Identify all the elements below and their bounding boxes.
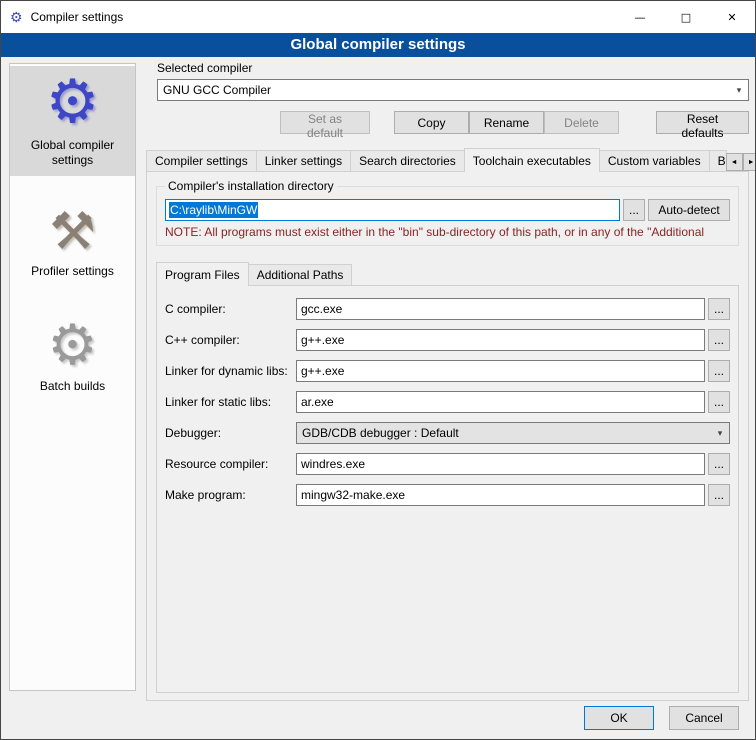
main-content: Selected compiler GNU GCC Compiler ▾ Set… [146, 61, 749, 701]
window-controls: — □ ✕ [617, 1, 755, 33]
settings-tabbar: Compiler settings Linker settings Search… [146, 148, 749, 171]
linker-dynamic-label: Linker for dynamic libs: [165, 364, 296, 378]
cpp-compiler-row: C++ compiler: ... [165, 329, 730, 351]
gear-blue-icon: ⚙ [13, 72, 132, 132]
selected-compiler-value: GNU GCC Compiler [163, 83, 730, 97]
chevron-down-icon: ▾ [711, 428, 729, 439]
copy-button[interactable]: Copy [394, 111, 469, 134]
sidebar-item-label: Profiler settings [13, 264, 132, 279]
delete-button[interactable]: Delete [544, 111, 619, 134]
browse-resource-compiler-button[interactable]: ... [708, 453, 730, 475]
linker-static-input[interactable] [296, 391, 705, 413]
installation-directory-label: Compiler's installation directory [165, 179, 337, 193]
cpp-compiler-label: C++ compiler: [165, 333, 296, 347]
c-compiler-label: C compiler: [165, 302, 296, 316]
program-files-panel: C compiler: ... C++ compiler: ... Linker… [156, 285, 739, 693]
tab-scroll-left-icon[interactable]: ◄ [726, 153, 743, 171]
installation-note-text: NOTE: All programs must exist either in … [165, 225, 730, 239]
linker-static-row: Linker for static libs: ... [165, 391, 730, 413]
tab-scroll-controls: ◄ ► [726, 153, 756, 171]
browse-cpp-compiler-button[interactable]: ... [708, 329, 730, 351]
debugger-row: Debugger: GDB/CDB debugger : Default ▾ [165, 422, 730, 444]
tab-scroll-right-icon[interactable]: ► [743, 153, 756, 171]
resource-compiler-label: Resource compiler: [165, 457, 296, 471]
make-program-input[interactable] [296, 484, 705, 506]
compiler-actions-row: Set as default Copy Rename Delete Reset … [146, 111, 749, 134]
sidebar-item-label: Batch builds [13, 379, 132, 394]
program-files-tabbar: Program Files Additional Paths [156, 262, 739, 285]
rename-button[interactable]: Rename [469, 111, 544, 134]
tab-compiler-settings[interactable]: Compiler settings [146, 150, 257, 171]
cancel-button[interactable]: Cancel [669, 706, 739, 730]
maximize-button[interactable]: □ [663, 1, 709, 33]
set-as-default-button[interactable]: Set as default [280, 111, 370, 134]
dialog-footer: OK Cancel [584, 706, 739, 730]
sidebar-item-global-compiler-settings[interactable]: ⚙ Global compiler settings [10, 66, 135, 176]
resource-compiler-row: Resource compiler: ... [165, 453, 730, 475]
sidebar-item-profiler-settings[interactable]: ⚒ Profiler settings [10, 200, 135, 287]
close-button[interactable]: ✕ [709, 1, 755, 33]
linker-dynamic-row: Linker for dynamic libs: ... [165, 360, 730, 382]
tab-toolchain-executables[interactable]: Toolchain executables [464, 148, 600, 172]
app-icon: ⚙ [10, 10, 23, 24]
make-program-label: Make program: [165, 488, 296, 502]
tab-program-files[interactable]: Program Files [156, 262, 249, 286]
tab-build-options[interactable]: Buil [709, 150, 727, 171]
settings-sidebar: ⚙ Global compiler settings ⚒ Profiler se… [9, 63, 136, 691]
installation-directory-group: Compiler's installation directory C:\ray… [156, 186, 739, 246]
toolchain-executables-panel: Compiler's installation directory C:\ray… [146, 171, 749, 701]
compiler-settings-window: ⚙ Compiler settings — □ ✕ Global compile… [0, 0, 756, 740]
minimize-button[interactable]: — [617, 1, 663, 33]
debugger-select[interactable]: GDB/CDB debugger : Default ▾ [296, 422, 730, 444]
browse-c-compiler-button[interactable]: ... [708, 298, 730, 320]
sidebar-item-label: Global compiler settings [13, 138, 132, 168]
page-title: Global compiler settings [1, 33, 755, 57]
debugger-label: Debugger: [165, 426, 296, 440]
tab-linker-settings[interactable]: Linker settings [256, 150, 351, 171]
c-compiler-row: C compiler: ... [165, 298, 730, 320]
tab-search-directories[interactable]: Search directories [350, 150, 465, 171]
sidebar-item-batch-builds[interactable]: ⚙ Batch builds [10, 311, 135, 402]
make-program-row: Make program: ... [165, 484, 730, 506]
titlebar: ⚙ Compiler settings — □ ✕ [1, 1, 755, 33]
profiler-tools-icon: ⚒ [13, 206, 132, 258]
browse-installation-directory-button[interactable]: ... [623, 199, 645, 221]
gear-gray-icon: ⚙ [13, 317, 132, 373]
linker-static-label: Linker for static libs: [165, 395, 296, 409]
window-title: Compiler settings [31, 10, 124, 24]
tab-custom-variables[interactable]: Custom variables [599, 150, 710, 171]
resource-compiler-input[interactable] [296, 453, 705, 475]
reset-defaults-button[interactable]: Reset defaults [656, 111, 749, 134]
installation-directory-value: C:\raylib\MinGW [169, 202, 258, 218]
selected-compiler-label: Selected compiler [157, 61, 749, 75]
chevron-down-icon: ▾ [730, 85, 748, 96]
browse-linker-dynamic-button[interactable]: ... [708, 360, 730, 382]
tab-additional-paths[interactable]: Additional Paths [248, 264, 353, 285]
installation-directory-input[interactable]: C:\raylib\MinGW [165, 199, 620, 221]
selected-compiler-dropdown[interactable]: GNU GCC Compiler ▾ [157, 79, 749, 101]
c-compiler-input[interactable] [296, 298, 705, 320]
cpp-compiler-input[interactable] [296, 329, 705, 351]
linker-dynamic-input[interactable] [296, 360, 705, 382]
auto-detect-button[interactable]: Auto-detect [648, 199, 730, 221]
browse-make-program-button[interactable]: ... [708, 484, 730, 506]
ok-button[interactable]: OK [584, 706, 654, 730]
installation-path-row: C:\raylib\MinGW ... Auto-detect [165, 199, 730, 221]
debugger-value: GDB/CDB debugger : Default [302, 426, 711, 440]
browse-linker-static-button[interactable]: ... [708, 391, 730, 413]
